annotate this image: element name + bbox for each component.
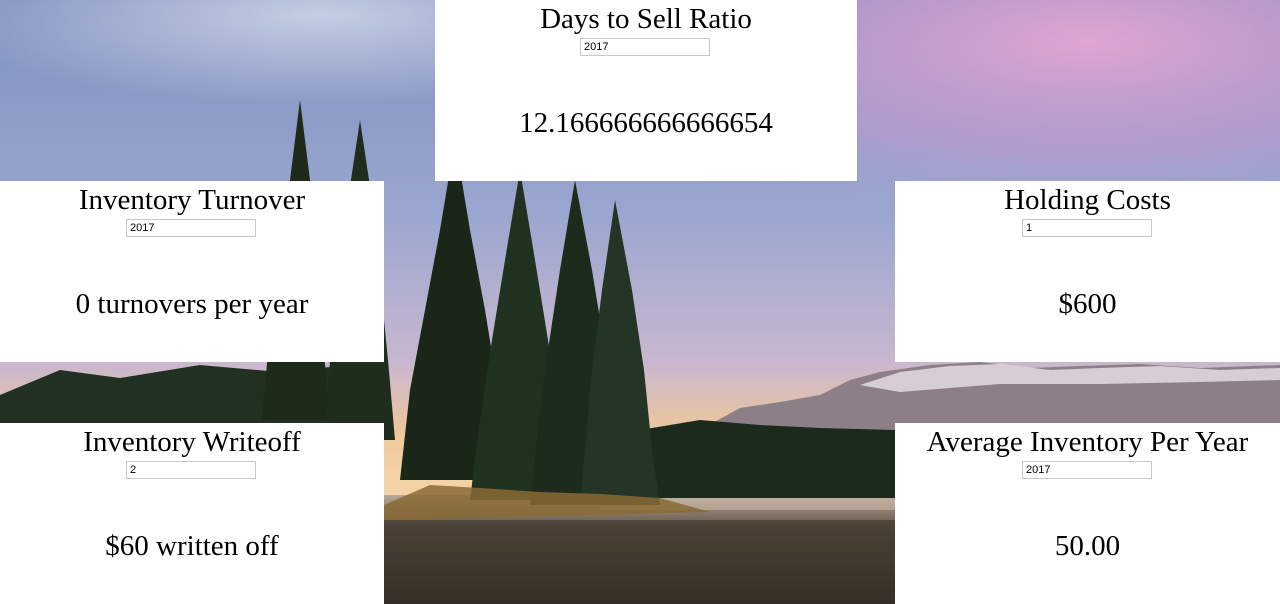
card-title: Inventory Turnover xyxy=(78,184,306,216)
inventory-writeoff-card: Inventory Writeoff $60 written off xyxy=(0,423,384,604)
inventory-turnover-year-input[interactable] xyxy=(126,219,256,237)
days-to-sell-year-input[interactable] xyxy=(580,38,710,56)
card-title: Holding Costs xyxy=(1004,184,1171,216)
holding-costs-input[interactable] xyxy=(1022,219,1152,237)
card-result: $60 written off xyxy=(105,530,279,562)
card-title: Days to Sell Ratio xyxy=(540,3,752,35)
card-result: $600 xyxy=(1058,288,1117,320)
card-result: 12.166666666666654 xyxy=(519,107,773,139)
average-inventory-year-input[interactable] xyxy=(1022,461,1152,479)
inventory-writeoff-input[interactable] xyxy=(126,461,256,479)
card-result: 50.00 xyxy=(1054,530,1121,562)
card-title: Average Inventory Per Year xyxy=(926,426,1249,458)
card-result: 0 turnovers per year xyxy=(75,288,309,320)
average-inventory-card: Average Inventory Per Year 50.00 xyxy=(895,423,1280,604)
holding-costs-card: Holding Costs $600 xyxy=(895,181,1280,362)
days-to-sell-card: Days to Sell Ratio 12.166666666666654 xyxy=(435,0,857,181)
inventory-turnover-card: Inventory Turnover 0 turnovers per year xyxy=(0,181,384,362)
card-title: Inventory Writeoff xyxy=(83,426,301,458)
